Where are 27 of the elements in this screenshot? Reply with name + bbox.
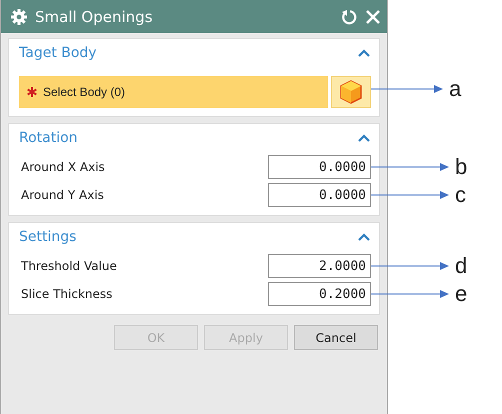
collapse-icon[interactable] [357, 132, 371, 142]
callout-letter: a [449, 78, 462, 100]
arrow [371, 84, 443, 94]
callout-letter: d [455, 255, 468, 277]
close-icon[interactable] [365, 8, 381, 24]
section-title: Taget Body [19, 44, 97, 60]
collapse-icon[interactable] [357, 48, 371, 58]
callout-letter: b [455, 156, 468, 178]
field-label: Around X Axis [21, 160, 105, 174]
select-body-field[interactable]: Select Body (0) [19, 76, 328, 108]
dialog-button[interactable]: Cancel [294, 325, 378, 350]
field-label: Around Y Axis [21, 188, 104, 202]
number-field[interactable]: 0.0000 [268, 183, 371, 207]
number-field[interactable]: 2.0000 [268, 254, 371, 278]
callout-letter: c [455, 184, 466, 206]
window-title: Small Openings [35, 8, 154, 26]
section-title: Rotation [19, 130, 78, 146]
reset-icon[interactable] [341, 8, 357, 24]
number-field[interactable]: 0.2000 [268, 282, 371, 306]
settings-icon [11, 8, 27, 24]
collapse-icon[interactable] [357, 232, 371, 242]
number-field[interactable]: 0.0000 [268, 155, 371, 179]
section-title: Settings [19, 228, 76, 244]
field-label: Threshold Value [21, 259, 117, 273]
callout-letter: e [455, 283, 468, 305]
cube-icon[interactable] [331, 76, 371, 108]
field-label: Slice Thickness [21, 287, 112, 301]
